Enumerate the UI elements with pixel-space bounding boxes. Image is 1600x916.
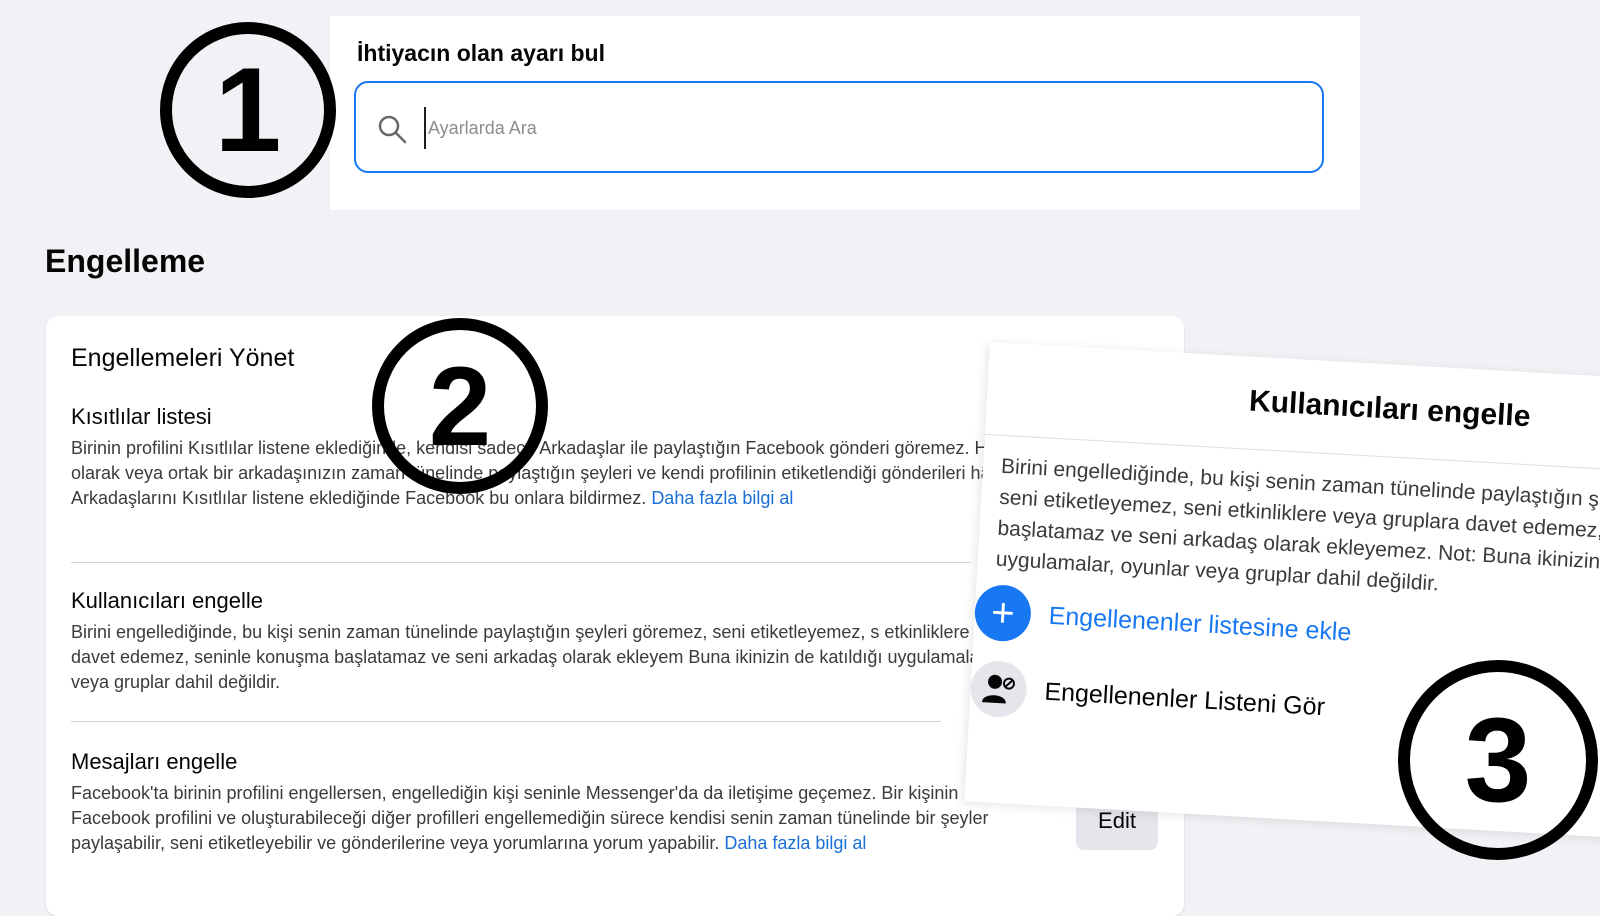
blocked-person-icon [969, 659, 1029, 719]
view-blocked-list-button[interactable]: Engellenenler Listeni Gör [969, 659, 1326, 736]
dialog-title: Kullanıcıları engelle [1248, 384, 1532, 434]
block-users-item[interactable]: Kullanıcıları engelle Birini engellediği… [71, 588, 1091, 695]
item-title: Kısıtlılar listesi [71, 404, 212, 429]
search-input[interactable] [424, 107, 1288, 149]
learn-more-link[interactable]: Daha fazla bilgi al [651, 488, 793, 508]
step-1-badge: 1 [160, 22, 336, 198]
search-box[interactable] [354, 81, 1324, 173]
learn-more-link[interactable]: Daha fazla bilgi al [724, 833, 866, 853]
item-title: Mesajları engelle [71, 749, 238, 774]
divider [71, 721, 941, 722]
item-description: Birinin profilini Kısıtlılar listene ekl… [71, 438, 1081, 508]
add-to-blocked-label: Engellenenler listesine ekle [1048, 601, 1353, 647]
item-description: Birini engellediğinde, bu kişi senin zam… [71, 622, 1084, 692]
step-2-badge: 2 [372, 318, 548, 494]
settings-search-panel: İhtiyacın olan ayarı bul [330, 16, 1360, 210]
card-title: Engellemeleri Yönet [71, 344, 295, 372]
section-title: Engelleme [45, 243, 206, 279]
divider [71, 562, 971, 563]
item-title: Kullanıcıları engelle [71, 588, 264, 613]
search-title: İhtiyacın olan ayarı bul [357, 40, 605, 66]
search-icon [378, 115, 407, 144]
view-blocked-label: Engellenenler Listeni Gör [1043, 677, 1326, 721]
item-description: Facebook'ta birinin profilini engellerse… [71, 783, 989, 853]
block-messages-item: Mesajları engelle Facebook'ta birinin pr… [71, 749, 1041, 856]
add-to-blocked-list-button[interactable]: + Engellenenler listesine ekle [973, 583, 1353, 661]
restricted-list-item: Kısıtlılar listesi Birinin profilini Kıs… [71, 404, 1091, 511]
plus-icon: + [973, 583, 1033, 643]
step-3-badge: 3 [1398, 660, 1598, 860]
